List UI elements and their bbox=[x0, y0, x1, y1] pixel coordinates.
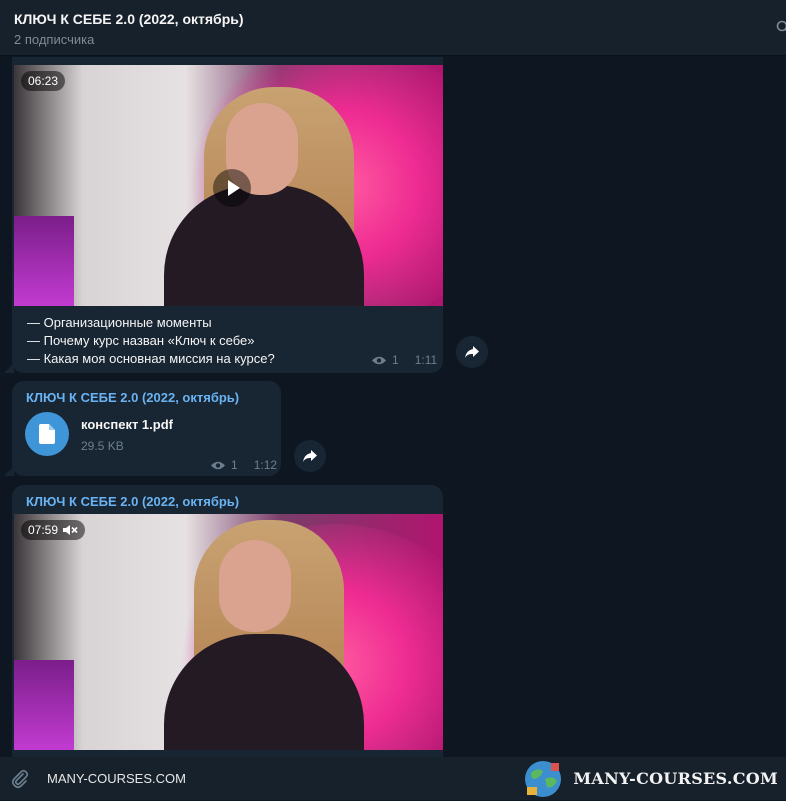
share-arrow-icon bbox=[302, 448, 318, 464]
message-time: 1:12 bbox=[254, 458, 277, 472]
message-time: 1:11 bbox=[415, 353, 437, 367]
message-file: КЛЮЧ К СЕБЕ 2.0 (2022, октябрь) конспект… bbox=[12, 381, 281, 476]
play-button[interactable] bbox=[213, 169, 251, 207]
site-watermark: MANY-COURSES.COM bbox=[521, 757, 778, 800]
message-caption: — Организационные моменты — Почему курс … bbox=[27, 314, 275, 368]
caption-line: — Почему курс назван «Ключ к себе» bbox=[27, 332, 275, 350]
message-video-1: 06:23 — Организационные моменты — Почему… bbox=[12, 57, 443, 373]
view-count: 1 bbox=[231, 458, 238, 472]
subscriber-count: 2 подписчика bbox=[14, 32, 94, 47]
watermark-text: MANY-COURSES.COM bbox=[573, 769, 778, 788]
view-count: 1 bbox=[392, 353, 399, 367]
video-thumbnail bbox=[14, 514, 443, 750]
globe-logo-icon bbox=[521, 757, 565, 801]
bubble-tail bbox=[4, 363, 14, 373]
message-input[interactable]: MANY-COURSES.COM bbox=[47, 771, 186, 786]
file-download-button[interactable] bbox=[25, 412, 69, 456]
file-size: 29.5 KB bbox=[81, 439, 124, 453]
search-icon[interactable] bbox=[776, 20, 786, 34]
share-arrow-icon bbox=[464, 344, 480, 360]
document-icon bbox=[39, 424, 55, 444]
share-button[interactable] bbox=[294, 440, 326, 472]
chat-header[interactable]: КЛЮЧ К СЕБЕ 2.0 (2022, октябрь) 2 подпис… bbox=[0, 0, 786, 56]
video-duration: 06:23 bbox=[28, 74, 58, 88]
video-duration-badge: 06:23 bbox=[21, 71, 65, 91]
share-button[interactable] bbox=[456, 336, 488, 368]
views-icon bbox=[371, 355, 387, 366]
attach-icon[interactable] bbox=[10, 769, 30, 789]
video-player-1[interactable]: 06:23 bbox=[14, 65, 443, 306]
message-meta: 1 1:12 bbox=[210, 458, 277, 472]
video-duration: 07:59 bbox=[28, 523, 58, 537]
file-name[interactable]: конспект 1.pdf bbox=[81, 417, 173, 432]
message-video-2: КЛЮЧ К СЕБЕ 2.0 (2022, октябрь) 07:59 bbox=[12, 485, 443, 785]
video-player-2[interactable]: 07:59 bbox=[14, 514, 443, 750]
muted-icon[interactable] bbox=[62, 524, 78, 536]
bubble-tail bbox=[4, 466, 14, 476]
video-duration-badge: 07:59 bbox=[21, 520, 85, 540]
views-icon bbox=[210, 460, 226, 471]
channel-title[interactable]: КЛЮЧ К СЕБЕ 2.0 (2022, октябрь) bbox=[14, 11, 244, 27]
caption-line: — Организационные моменты bbox=[27, 314, 275, 332]
message-meta: 1 1:11 bbox=[371, 353, 437, 367]
caption-line: — Какая моя основная миссия на курсе? bbox=[27, 350, 275, 368]
sender-name[interactable]: КЛЮЧ К СЕБЕ 2.0 (2022, октябрь) bbox=[26, 494, 239, 509]
sender-name[interactable]: КЛЮЧ К СЕБЕ 2.0 (2022, октябрь) bbox=[26, 390, 239, 405]
